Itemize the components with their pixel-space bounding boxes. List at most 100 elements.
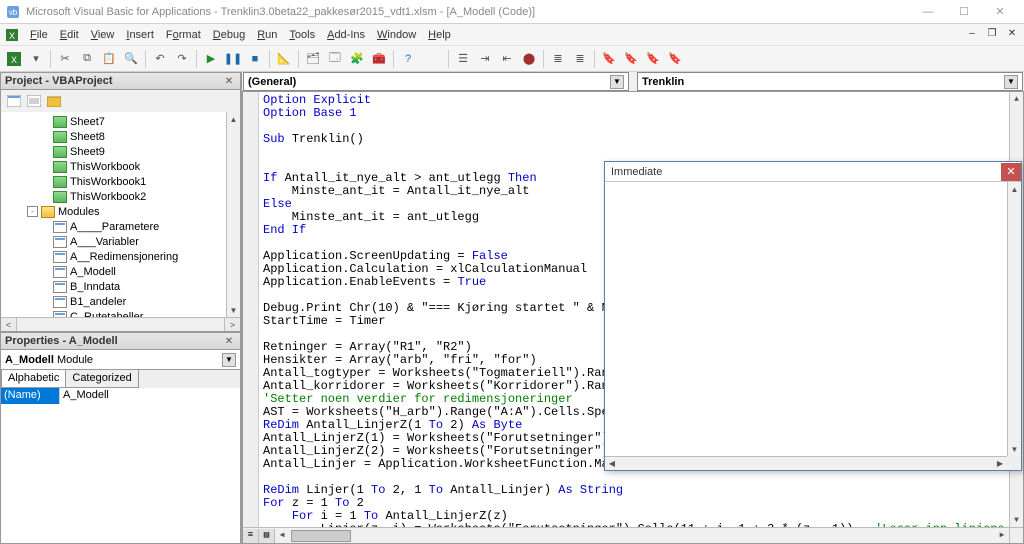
mdi-minimize-button[interactable]: –	[964, 26, 980, 40]
break-icon[interactable]: ❚❚	[223, 49, 243, 69]
dropdown-arrow-icon[interactable]: ▼	[610, 75, 624, 89]
menu-help[interactable]: Help	[422, 27, 457, 43]
properties-object-selector[interactable]: A_Modell Module ▼	[0, 350, 241, 370]
excel-doc-icon: X	[4, 27, 20, 43]
book-icon	[53, 161, 67, 173]
properties-panel-close-icon[interactable]: ✕	[222, 334, 236, 348]
outdent-icon[interactable]: ⇤	[497, 49, 517, 69]
procedure-view-icon[interactable]: ≡	[243, 529, 259, 543]
menu-run[interactable]: Run	[251, 27, 283, 43]
uncomment-block-icon[interactable]: ≣	[570, 49, 590, 69]
tree-item[interactable]: B_Inndata	[1, 279, 240, 294]
bookmark-prev-icon[interactable]: 🔖	[643, 49, 663, 69]
undo-icon[interactable]: ↶	[150, 49, 170, 69]
find-icon[interactable]: 🔍	[121, 49, 141, 69]
properties-grid[interactable]: (Name) A_Modell	[0, 388, 241, 544]
comment-block-icon[interactable]: ≣	[548, 49, 568, 69]
project-explorer-icon[interactable]: 🗂	[303, 49, 323, 69]
immediate-vertical-scrollbar[interactable]: ▲▼	[1007, 182, 1021, 456]
immediate-body[interactable]: ▲▼ ◀▶	[605, 182, 1021, 470]
view-object-icon[interactable]	[25, 92, 43, 110]
menu-debug[interactable]: Debug	[207, 27, 251, 43]
properties-object-name: A_Modell	[5, 354, 54, 366]
tree-item[interactable]: ThisWorkbook1	[1, 174, 240, 189]
vba-app-icon: vb	[6, 5, 20, 19]
menu-format[interactable]: Format	[160, 27, 207, 43]
menu-window[interactable]: Window	[371, 27, 422, 43]
window-controls: — ☐ ✕	[910, 2, 1018, 22]
tree-item[interactable]: Sheet9	[1, 144, 240, 159]
breakpoint-icon[interactable]: ⬤	[519, 49, 539, 69]
tab-alphabetic[interactable]: Alphabetic	[1, 370, 66, 388]
tree-item[interactable]: ThisWorkbook	[1, 159, 240, 174]
project-panel-close-icon[interactable]: ✕	[222, 74, 236, 88]
tree-item[interactable]: B1_andeler	[1, 294, 240, 309]
menu-file[interactable]: File	[24, 27, 54, 43]
mdi-restore-button[interactable]: ❐	[984, 26, 1000, 40]
immediate-window[interactable]: Immediate ✕ ▲▼ ◀▶	[604, 161, 1022, 471]
window-maximize-button[interactable]: ☐	[946, 2, 982, 22]
tree-item-label: Modules	[58, 206, 100, 218]
window-close-button[interactable]: ✕	[982, 2, 1018, 22]
reset-icon[interactable]: ■	[245, 49, 265, 69]
redo-icon[interactable]: ↷	[172, 49, 192, 69]
project-panel-title: Project - VBAProject	[5, 75, 222, 87]
tree-item[interactable]: A_Modell	[1, 264, 240, 279]
cut-icon[interactable]: ✂	[55, 49, 75, 69]
tree-vertical-scrollbar[interactable]: ▲▼	[226, 112, 240, 317]
code-object-dropdown[interactable]: (General) ▼	[243, 72, 629, 91]
code-horizontal-scrollbar[interactable]: ≡ ▤ ◀ ▶	[243, 527, 1009, 543]
design-mode-icon[interactable]: 📐	[274, 49, 294, 69]
immediate-horizontal-scrollbar[interactable]: ◀▶	[605, 456, 1007, 470]
run-icon[interactable]: ▶	[201, 49, 221, 69]
toolbox-icon[interactable]: 🧰	[369, 49, 389, 69]
property-value[interactable]: A_Modell	[59, 388, 240, 404]
tree-item[interactable]: - Modules	[1, 204, 240, 219]
sheet-icon	[53, 146, 67, 158]
tree-item[interactable]: A__Redimensjonering	[1, 249, 240, 264]
dropdown-arrow-icon[interactable]: ▼	[222, 353, 236, 367]
tree-item-label: A____Parametere	[70, 221, 159, 233]
mdi-close-button[interactable]: ✕	[1004, 26, 1020, 40]
tree-horizontal-scrollbar[interactable]	[17, 317, 224, 331]
toggle-folders-icon[interactable]	[45, 92, 63, 110]
view-code-icon[interactable]	[5, 92, 23, 110]
object-browser-icon[interactable]: 🧩	[347, 49, 367, 69]
menu-bar: X File Edit View Insert Format Debug Run…	[0, 24, 1024, 46]
tab-categorized[interactable]: Categorized	[65, 370, 138, 388]
menu-insert[interactable]: Insert	[120, 27, 160, 43]
menu-edit[interactable]: Edit	[54, 27, 85, 43]
toolbar-dropdown-icon[interactable]: ▾	[26, 49, 46, 69]
menu-view[interactable]: View	[85, 27, 121, 43]
menu-addins[interactable]: Add-Ins	[321, 27, 371, 43]
tree-item[interactable]: A____Parametere	[1, 219, 240, 234]
tree-scroll-right-icon[interactable]: >	[224, 317, 240, 331]
copy-icon[interactable]: ⧉	[77, 49, 97, 69]
tree-scroll-left-icon[interactable]: <	[1, 317, 17, 331]
properties-panel-header[interactable]: Properties - A_Modell ✕	[0, 332, 241, 350]
indent-icon[interactable]: ⇥	[475, 49, 495, 69]
bookmark-clear-icon[interactable]: 🔖	[665, 49, 685, 69]
menu-tools[interactable]: Tools	[283, 27, 321, 43]
immediate-titlebar[interactable]: Immediate ✕	[605, 162, 1021, 182]
immediate-close-button[interactable]: ✕	[1001, 163, 1021, 181]
full-module-view-icon[interactable]: ▤	[259, 529, 275, 543]
project-tree[interactable]: Sheet7Sheet8Sheet9ThisWorkbookThisWorkbo…	[0, 112, 241, 332]
edit-toolbar-list-icon[interactable]: ☰	[453, 49, 473, 69]
tree-item[interactable]: Sheet8	[1, 129, 240, 144]
view-excel-icon[interactable]: X	[4, 49, 24, 69]
bookmark-next-icon[interactable]: 🔖	[621, 49, 641, 69]
tree-expander-icon[interactable]: -	[27, 206, 38, 217]
code-margin[interactable]	[243, 92, 259, 527]
code-procedure-dropdown[interactable]: Trenklin ▼	[637, 72, 1023, 91]
tree-item[interactable]: Sheet7	[1, 114, 240, 129]
dropdown-arrow-icon[interactable]: ▼	[1004, 75, 1018, 89]
window-minimize-button[interactable]: —	[910, 2, 946, 22]
paste-icon[interactable]: 📋	[99, 49, 119, 69]
tree-item[interactable]: A___Variabler	[1, 234, 240, 249]
tree-item[interactable]: ThisWorkbook2	[1, 189, 240, 204]
project-panel-header[interactable]: Project - VBAProject ✕	[0, 72, 241, 90]
bookmark-toggle-icon[interactable]: 🔖	[599, 49, 619, 69]
help-icon[interactable]: ?	[398, 49, 418, 69]
properties-window-icon[interactable]: 🗔	[325, 49, 345, 69]
